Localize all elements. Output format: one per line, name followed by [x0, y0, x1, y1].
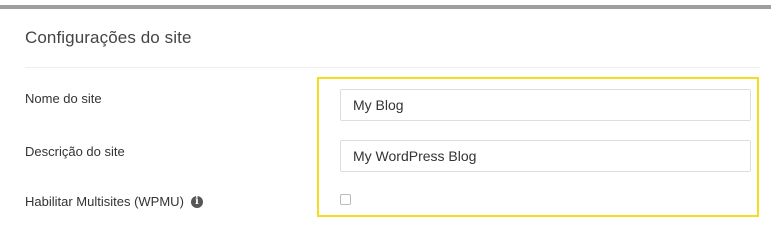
multisite-label: Habilitar Multisites (WPMU) — [25, 194, 184, 209]
site-description-input[interactable] — [340, 140, 751, 172]
site-settings-panel: Configurações do site Nome do site Descr… — [0, 0, 778, 242]
site-name-label: Nome do site — [25, 91, 102, 106]
title-divider — [25, 67, 760, 68]
multisite-checkbox[interactable] — [340, 194, 351, 205]
panel-top-border — [0, 5, 771, 9]
multisite-label-row: Habilitar Multisites (WPMU) i — [25, 194, 203, 209]
info-circle-icon[interactable]: i — [190, 195, 203, 208]
panel-title: Configurações do site — [25, 28, 192, 47]
site-name-input[interactable] — [340, 89, 751, 121]
site-description-label: Descrição do site — [25, 144, 125, 159]
